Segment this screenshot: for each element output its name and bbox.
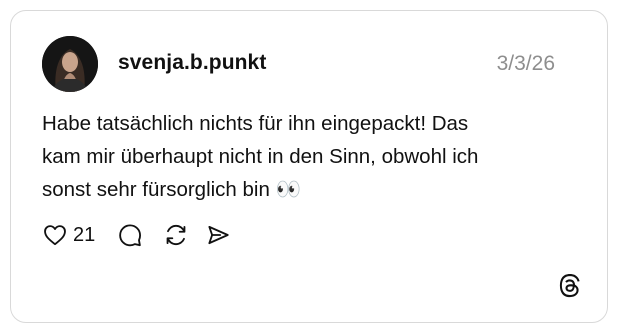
- repost-button[interactable]: [163, 222, 189, 248]
- action-bar: 21: [42, 219, 231, 251]
- like-button[interactable]: 21: [42, 222, 95, 248]
- post-date: 3/3/26: [496, 52, 555, 75]
- like-count: 21: [73, 223, 96, 246]
- comment-bubble-icon: [119, 224, 142, 247]
- reply-button[interactable]: [117, 222, 143, 248]
- send-paper-plane-icon: [208, 225, 229, 245]
- username[interactable]: svenja.b.punkt: [118, 51, 266, 75]
- post-text-line: sonst sehr fürsorglich bin 👀: [42, 178, 302, 201]
- repost-arrows-icon: [166, 224, 186, 246]
- avatar[interactable]: [42, 36, 98, 92]
- avatar-image: [42, 36, 98, 92]
- post-text-line: kam mir überhaupt nicht in den Sinn, obw…: [42, 145, 479, 168]
- share-button[interactable]: [205, 222, 231, 248]
- post-card: svenja.b.punkt 3/3/26 Habe tatsächlich n…: [10, 10, 608, 323]
- heart-outline-icon: [44, 225, 66, 246]
- threads-logo-icon[interactable]: [555, 272, 583, 300]
- post-text: Habe tatsächlich nichts für ihn eingepac…: [42, 107, 542, 206]
- post-text-line: Habe tatsächlich nichts für ihn eingepac…: [42, 112, 469, 135]
